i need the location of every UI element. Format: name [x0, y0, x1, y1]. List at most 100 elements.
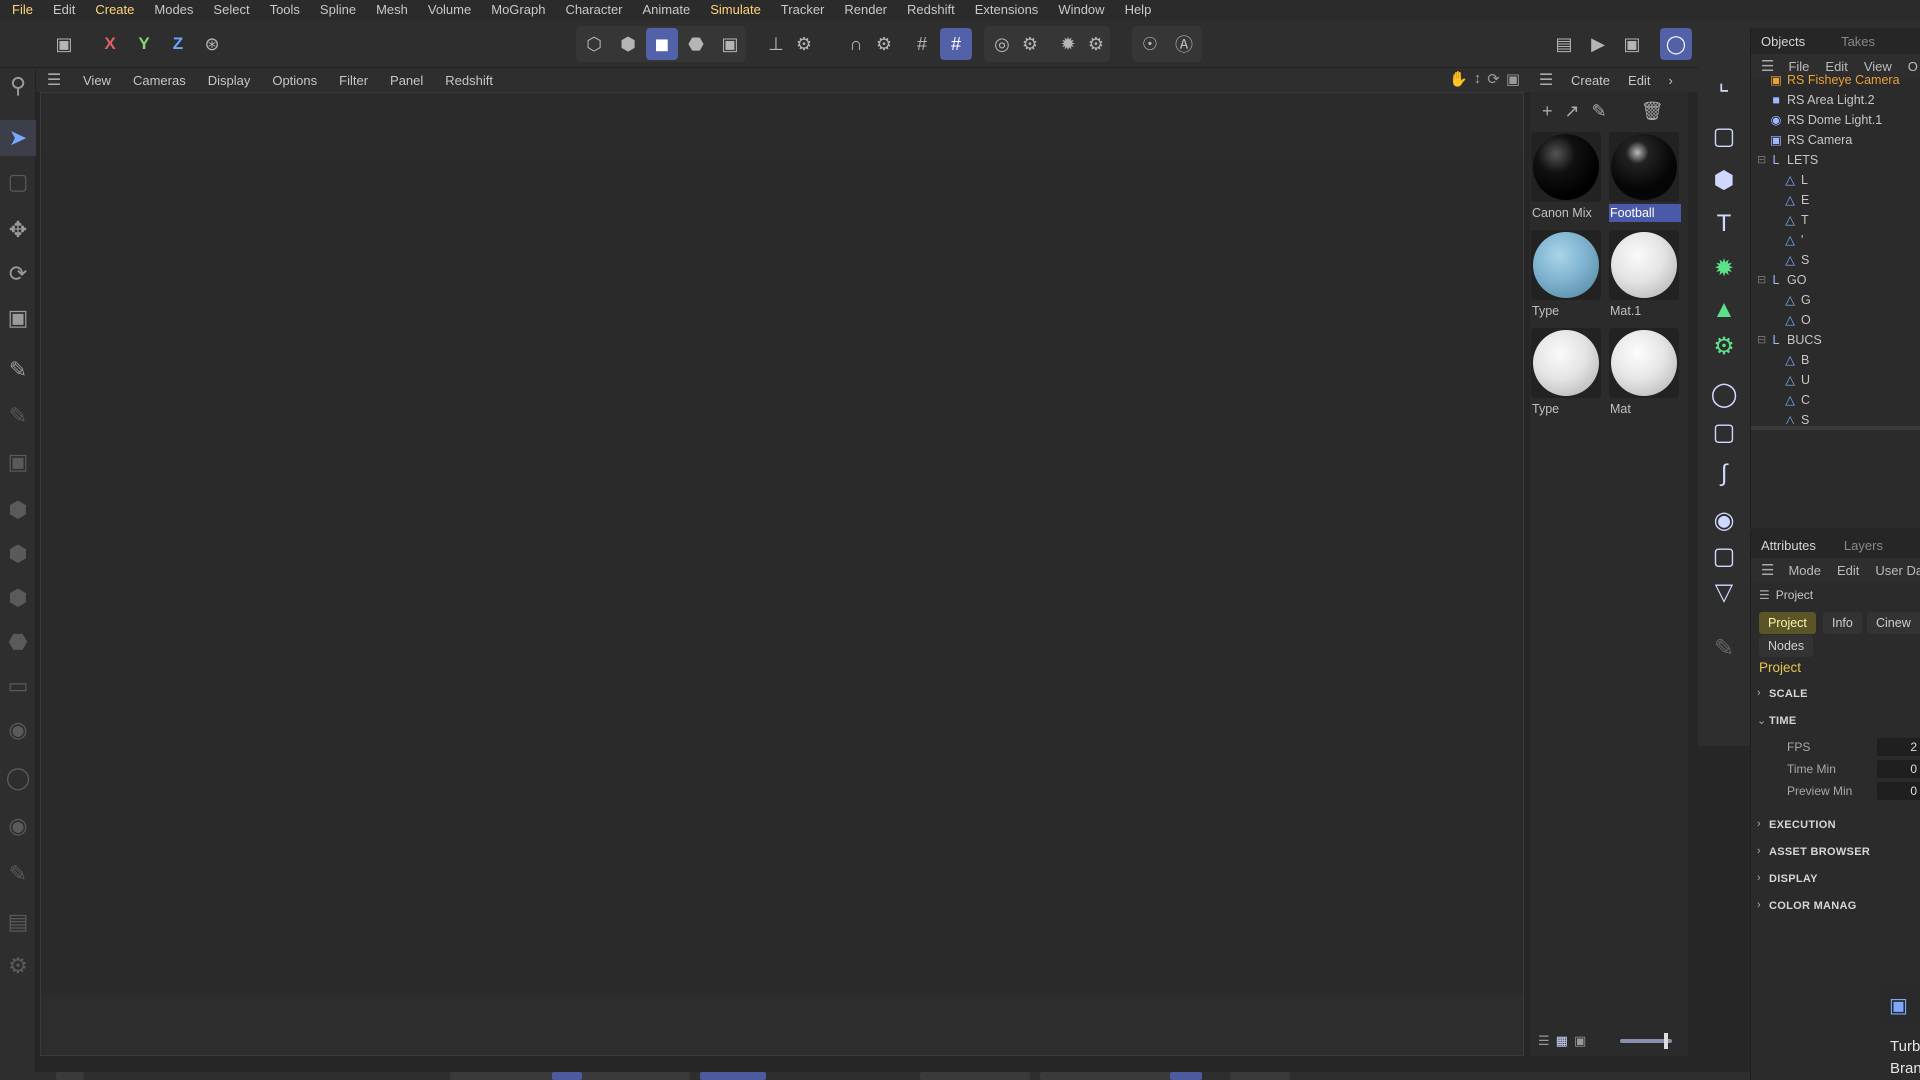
- viewport-menu-filter[interactable]: Filter: [328, 73, 379, 88]
- timeline-button[interactable]: [56, 1072, 84, 1080]
- collapse-toggle-icon[interactable]: ⊟: [1757, 150, 1766, 170]
- tag-icon[interactable]: ✎: [1706, 630, 1742, 666]
- autokey-button[interactable]: [1170, 1072, 1202, 1080]
- cineware-tab-button[interactable]: Cinew: [1867, 612, 1920, 634]
- anchor-icon[interactable]: Ⓐ: [1168, 28, 1200, 60]
- material-tile[interactable]: Mat: [1608, 326, 1680, 418]
- fps-field[interactable]: 2: [1877, 738, 1920, 756]
- tab-layers[interactable]: Layers: [1834, 538, 1893, 553]
- move-icon[interactable]: ✥: [0, 212, 36, 248]
- timeline-current-marker[interactable]: [552, 1072, 582, 1080]
- rectangle-spline-icon[interactable]: ▢: [1706, 118, 1742, 154]
- object-row[interactable]: △ O: [1751, 310, 1920, 330]
- deformer-bend-icon[interactable]: ◯: [1706, 376, 1742, 412]
- collapse-toggle-icon[interactable]: ⊟: [1757, 270, 1766, 290]
- viewport-menu-view[interactable]: View: [72, 73, 122, 88]
- delete-material-icon[interactable]: 🗑: [1641, 101, 1664, 122]
- brush-icon[interactable]: ✎: [0, 856, 36, 892]
- object-row[interactable]: △ L: [1751, 170, 1920, 190]
- viewport-menu-options[interactable]: Options: [261, 73, 328, 88]
- viewport-menu-display[interactable]: Display: [197, 73, 262, 88]
- material-tile[interactable]: Football: [1608, 130, 1681, 222]
- viewport-menu-cameras[interactable]: Cameras: [122, 73, 197, 88]
- attributes-hamburger-icon[interactable]: ☰: [1751, 561, 1780, 579]
- sculpt-icon[interactable]: ◉: [0, 808, 36, 844]
- object-row[interactable]: ◉ RS Dome Light.1: [1751, 110, 1920, 130]
- menu-edit[interactable]: Edit: [43, 0, 85, 20]
- field-icon[interactable]: ▢: [1706, 414, 1742, 450]
- object-mode-icon[interactable]: ◼: [646, 28, 678, 60]
- spline-cube-icon[interactable]: ⬢: [0, 536, 36, 572]
- lock-z-button[interactable]: Z: [162, 28, 194, 60]
- menu-spline[interactable]: Spline: [310, 0, 366, 20]
- select-icon[interactable]: ➤: [0, 120, 36, 156]
- menu-select[interactable]: Select: [203, 0, 259, 20]
- box-select-icon[interactable]: ▢: [0, 164, 36, 200]
- snap-settings-icon[interactable]: ⚙: [868, 28, 900, 60]
- object-row[interactable]: △ ': [1751, 230, 1920, 250]
- search-icon[interactable]: ⚲: [0, 68, 36, 104]
- add-material-icon[interactable]: +: [1542, 101, 1553, 122]
- section-scale[interactable]: › SCALE: [1757, 687, 1808, 700]
- object-row[interactable]: △ B: [1751, 350, 1920, 370]
- symmetry-settings-icon[interactable]: ⚙: [1080, 28, 1112, 60]
- section-display[interactable]: › DISPLAY: [1757, 872, 1818, 885]
- menu-render[interactable]: Render: [834, 0, 897, 20]
- menu-window[interactable]: Window: [1048, 0, 1114, 20]
- record-controls[interactable]: [920, 1072, 1030, 1080]
- edit-material-icon[interactable]: ✎: [1592, 101, 1607, 122]
- object-row[interactable]: △ S: [1751, 410, 1920, 424]
- attributes-menu-edit[interactable]: Edit: [1829, 563, 1867, 578]
- lock-y-button[interactable]: Y: [128, 28, 160, 60]
- menu-extensions[interactable]: Extensions: [965, 0, 1049, 20]
- polygon-pen-icon[interactable]: ▣: [0, 444, 36, 480]
- deformer-icon[interactable]: ◉: [0, 712, 36, 748]
- pan-hand-icon[interactable]: ✋: [1449, 70, 1468, 88]
- menu-redshift[interactable]: Redshift: [897, 0, 965, 20]
- workplane-icon[interactable]: #: [940, 28, 972, 60]
- menu-mesh[interactable]: Mesh: [366, 0, 418, 20]
- thumbnail-size-handle[interactable]: [1664, 1033, 1668, 1049]
- project-tab-button[interactable]: Project: [1759, 612, 1816, 634]
- 3d-viewport[interactable]: [40, 92, 1524, 1056]
- effector-gear-icon[interactable]: ⚙: [1706, 328, 1742, 364]
- render-view-icon[interactable]: ▶: [1582, 28, 1614, 60]
- object-row[interactable]: ⊟ L LETS: [1751, 150, 1920, 170]
- material-tile[interactable]: Mat.1: [1608, 228, 1680, 320]
- tab-objects[interactable]: Objects: [1751, 34, 1815, 49]
- cloner-icon[interactable]: ✹: [1706, 250, 1742, 286]
- polygon-object-icon[interactable]: ⬣: [0, 624, 36, 660]
- material-menu-more-icon[interactable]: ›: [1659, 73, 1681, 88]
- rotate-icon[interactable]: ⟳: [0, 256, 36, 292]
- viewport-menu-panel[interactable]: Panel: [379, 73, 434, 88]
- environment-icon[interactable]: ◉: [1706, 502, 1742, 538]
- menu-tools[interactable]: Tools: [260, 0, 310, 20]
- playback-controls[interactable]: [700, 1072, 766, 1080]
- menu-modes[interactable]: Modes: [144, 0, 203, 20]
- section-execution[interactable]: › EXECUTION: [1757, 818, 1836, 831]
- axis-settings-icon[interactable]: ⚙: [788, 28, 820, 60]
- link-material-icon[interactable]: ↗: [1565, 101, 1580, 122]
- material-menu-edit[interactable]: Edit: [1619, 73, 1659, 88]
- object-row[interactable]: △ U: [1751, 370, 1920, 390]
- attributes-menu-user-data[interactable]: User Da: [1867, 563, 1920, 578]
- python-icon[interactable]: ☉: [1134, 28, 1166, 60]
- menu-simulate[interactable]: Simulate: [700, 0, 771, 20]
- menu-mograph[interactable]: MoGraph: [481, 0, 555, 20]
- grid-icon[interactable]: #: [906, 28, 938, 60]
- info-tab-button[interactable]: Info: [1823, 612, 1862, 634]
- light-object-icon[interactable]: ▽: [1706, 574, 1742, 610]
- object-row[interactable]: ⊟ L BUCS: [1751, 330, 1920, 350]
- menu-animate[interactable]: Animate: [633, 0, 701, 20]
- object-row[interactable]: △ E: [1751, 190, 1920, 210]
- preview-min-field[interactable]: 0: [1877, 782, 1920, 800]
- time-min-field[interactable]: 0: [1877, 760, 1920, 778]
- viewport-hamburger-icon[interactable]: ☰: [36, 70, 72, 90]
- viewport-menu-redshift[interactable]: Redshift: [434, 73, 504, 88]
- collapse-toggle-icon[interactable]: ⊟: [1757, 330, 1766, 350]
- cylinder-icon[interactable]: ◯: [0, 760, 36, 796]
- redshift-ipr-icon[interactable]: ◯: [1660, 28, 1692, 60]
- points-mode-icon[interactable]: ⬣: [680, 28, 712, 60]
- camera-object-icon[interactable]: ▢: [1706, 538, 1742, 574]
- section-asset-browser[interactable]: › ASSET BROWSER: [1757, 845, 1870, 858]
